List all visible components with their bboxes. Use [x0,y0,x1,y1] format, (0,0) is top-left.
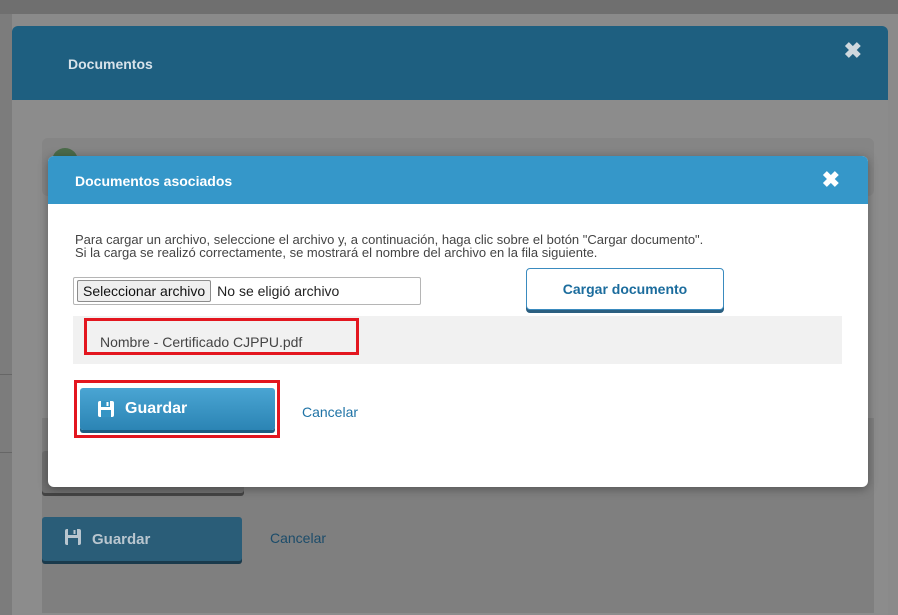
divider [0,452,12,453]
upload-document-label: Cargar documento [562,281,688,297]
outer-save-button[interactable]: Guardar [42,517,242,561]
inner-modal-documentos-asociados: Documentos asociados ✖ Para cargar un ar… [48,156,868,487]
inner-modal-title: Documentos asociados [75,173,233,189]
outer-close-icon[interactable]: ✖ [844,40,862,62]
screen: Documentos ✖ Guardar Cancelar Documentos… [0,0,898,615]
background-top-bar [0,0,898,14]
instructions-line: Si la carga se realizó correctamente, se… [75,245,598,260]
upload-document-button[interactable]: Cargar documento [526,268,724,310]
outer-cancel-link[interactable]: Cancelar [270,530,326,546]
highlight-box [74,380,280,438]
outer-modal-header: Documentos ✖ [12,26,888,100]
file-input[interactable]: Seleccionar archivo No se eligió archivo [73,277,421,305]
cancel-link[interactable]: Cancelar [302,404,358,420]
divider [0,374,12,375]
inner-modal-header: Documentos asociados ✖ [48,156,868,204]
file-status-text: No se eligió archivo [217,283,340,299]
floppy-disk-icon [64,528,82,550]
outer-modal-title: Documentos [68,56,153,72]
highlight-box [84,318,359,355]
instructions-text: Para cargar un archivo, seleccione el ar… [75,233,855,259]
outer-save-label: Guardar [92,530,151,548]
select-file-button[interactable]: Seleccionar archivo [77,280,212,302]
close-icon[interactable]: ✖ [822,169,840,191]
background-left-edge [0,14,12,615]
